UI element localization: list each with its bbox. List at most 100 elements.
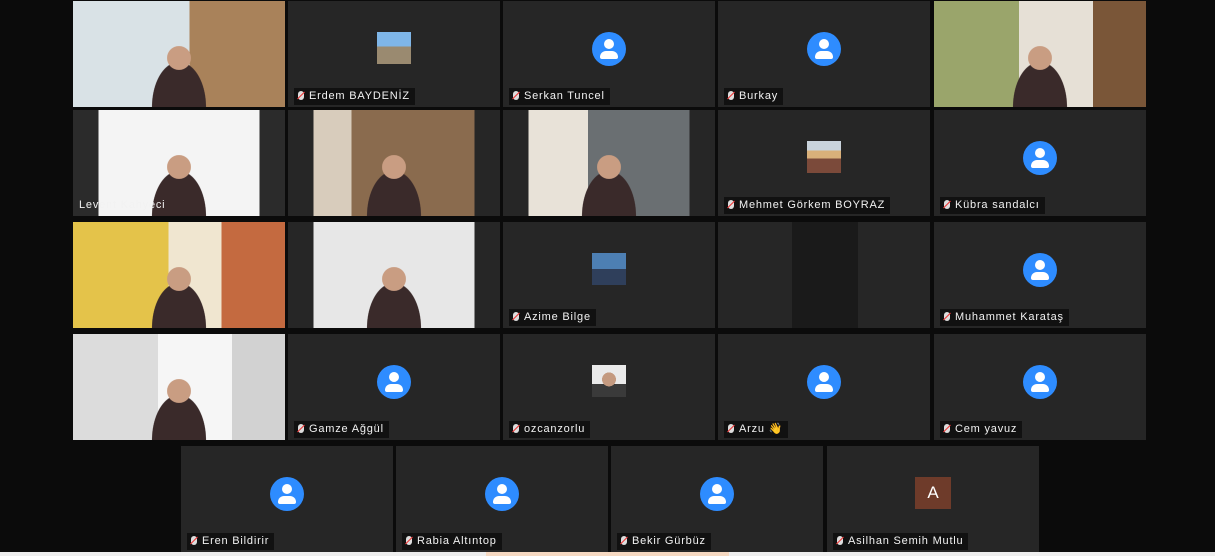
participant-name-label: Eren Bildirir — [187, 533, 275, 550]
participant-video — [718, 222, 930, 328]
participant-tile[interactable]: Azime Bilge — [503, 222, 715, 328]
participant-name-label: Rabia Altıntop — [402, 533, 502, 550]
mic-muted-icon — [513, 312, 519, 321]
default-avatar-icon — [485, 477, 519, 511]
mic-muted-icon — [513, 424, 519, 433]
mic-muted-icon — [298, 424, 304, 433]
mic-muted-icon — [728, 91, 734, 100]
participant-name-label: Azime Bilge — [509, 309, 596, 326]
person-figure — [567, 146, 651, 216]
participant-name: Gamze Ağgül — [309, 423, 384, 435]
participant-name: Muhammet Karataş — [955, 311, 1064, 323]
participant-name-label: ozcanzorlu — [509, 421, 591, 438]
participant-tile[interactable]: ozcanzorlu — [503, 334, 715, 440]
default-avatar-icon — [807, 32, 841, 66]
participant-tile[interactable] — [718, 222, 930, 328]
participant-name-label: Levent Kahyeci — [75, 197, 170, 214]
participant-tile[interactable]: A Asilhan Semih Mutlu — [827, 446, 1039, 552]
participant-video — [934, 1, 1146, 107]
participant-name-label: Erdem BAYDENİZ — [294, 88, 415, 105]
default-avatar-icon — [1023, 253, 1057, 287]
letter-avatar: A — [915, 477, 951, 509]
mic-muted-icon — [298, 91, 304, 100]
participant-video — [288, 222, 500, 328]
participant-tile[interactable]: Kübra sandalcı — [934, 110, 1146, 216]
person-figure — [998, 37, 1082, 107]
participant-name: Eren Bildirir — [202, 535, 270, 547]
participant-tile[interactable]: Burkay — [718, 1, 930, 107]
default-avatar-icon — [592, 32, 626, 66]
participant-name-label: Bekir Gürbüz — [617, 533, 711, 550]
participant-tile[interactable]: Mehmet Görkem BOYRAZ — [718, 110, 930, 216]
participant-name: Asilhan Semih Mutlu — [848, 535, 964, 547]
participant-name: Arzu 👋 — [739, 423, 784, 435]
participant-tile[interactable]: Bekir Gürbüz — [611, 446, 823, 552]
participant-tile[interactable] — [934, 1, 1146, 107]
profile-picture — [807, 141, 841, 173]
person-figure — [352, 146, 436, 216]
participant-tile[interactable]: Rabia Altıntop — [396, 446, 608, 552]
participant-name-label: Mehmet Görkem BOYRAZ — [724, 197, 891, 214]
participant-tile[interactable] — [73, 222, 285, 328]
participant-tile[interactable]: Muhammet Karataş — [934, 222, 1146, 328]
default-avatar-icon — [377, 365, 411, 399]
default-avatar-icon — [270, 477, 304, 511]
participant-video — [73, 222, 285, 328]
window-bottom-edge — [0, 552, 1215, 556]
participant-name-label: Cem yavuz — [940, 421, 1023, 438]
participant-tile[interactable]: Gamze Ağgül — [288, 334, 500, 440]
participant-name: Erdem BAYDENİZ — [309, 90, 410, 102]
mic-muted-icon — [513, 91, 519, 100]
participant-name: Rabia Altıntop — [417, 535, 497, 547]
participant-tile[interactable]: Serkan Tuncel — [503, 1, 715, 107]
mic-muted-icon — [191, 536, 197, 545]
participant-name: Cem yavuz — [955, 423, 1018, 435]
participant-tile[interactable] — [73, 334, 285, 440]
participant-tile[interactable]: Cem yavuz — [934, 334, 1146, 440]
mic-muted-icon — [728, 424, 734, 433]
participant-name-label: Arzu 👋 — [724, 421, 789, 438]
default-avatar-icon — [700, 477, 734, 511]
participant-name: Levent Kahyeci — [79, 199, 166, 211]
participant-tile[interactable] — [503, 110, 715, 216]
participant-name-label: Kübra sandalcı — [940, 197, 1045, 214]
person-figure — [137, 370, 221, 440]
person-figure — [137, 258, 221, 328]
mic-muted-icon — [944, 200, 950, 209]
participant-name: Burkay — [739, 90, 779, 102]
mic-muted-icon — [621, 536, 627, 545]
profile-picture — [592, 365, 626, 397]
person-figure — [352, 258, 436, 328]
mic-muted-icon — [837, 536, 843, 545]
participant-video — [73, 334, 285, 440]
default-avatar-icon — [1023, 141, 1057, 175]
participant-name-label: Serkan Tuncel — [509, 88, 610, 105]
participant-name: Kübra sandalcı — [955, 199, 1040, 211]
participant-name: ozcanzorlu — [524, 423, 586, 435]
default-avatar-icon — [807, 365, 841, 399]
participant-tile[interactable]: Levent Kahyeci — [73, 110, 285, 216]
participant-video — [503, 110, 715, 216]
participant-name-label: Muhammet Karataş — [940, 309, 1069, 326]
profile-picture — [592, 253, 626, 285]
participant-video — [288, 110, 500, 216]
participant-tile[interactable]: Arzu 👋 — [718, 334, 930, 440]
mic-muted-icon — [406, 536, 412, 545]
participant-gallery: Erdem BAYDENİZ Serkan Tuncel Burkay Leve… — [0, 0, 1215, 556]
participant-name-label: Gamze Ağgül — [294, 421, 389, 438]
participant-tile[interactable]: Eren Bildirir — [181, 446, 393, 552]
participant-name: Mehmet Görkem BOYRAZ — [739, 199, 886, 211]
participant-name-label: Burkay — [724, 88, 784, 105]
participant-tile[interactable] — [288, 222, 500, 328]
participant-name-label: Asilhan Semih Mutlu — [833, 533, 969, 550]
participant-name: Serkan Tuncel — [524, 90, 605, 102]
participant-video — [73, 1, 285, 107]
participant-tile[interactable] — [73, 1, 285, 107]
participant-name: Bekir Gürbüz — [632, 535, 706, 547]
participant-tile[interactable]: Erdem BAYDENİZ — [288, 1, 500, 107]
default-avatar-icon — [1023, 365, 1057, 399]
profile-picture — [377, 32, 411, 64]
mic-muted-icon — [944, 312, 950, 321]
participant-name: Azime Bilge — [524, 311, 591, 323]
participant-tile[interactable] — [288, 110, 500, 216]
